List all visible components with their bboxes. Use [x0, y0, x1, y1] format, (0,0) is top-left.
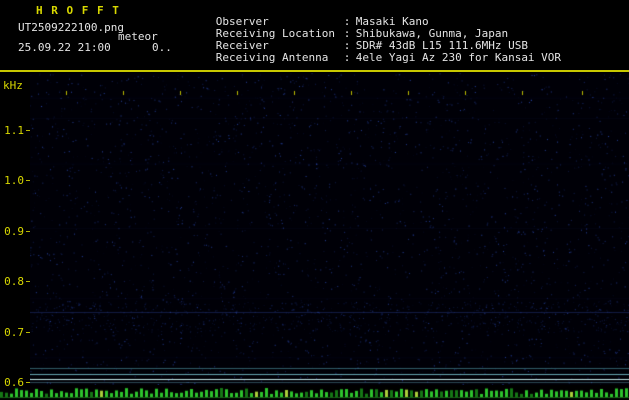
info-value: 4ele Yagi Az 230 for Kansai VOR [356, 51, 561, 64]
station-info: Observer: Masaki Kano Receiving Location:… [176, 4, 561, 52]
info-row-observer: Observer: Masaki Kano [176, 4, 561, 16]
info-label: Receiving Antenna [216, 52, 344, 64]
y-axis-tick-label: 1.1 [0, 124, 24, 137]
hrofft-output-image: H R O F F T UT2509222100.png meteor 25.0… [0, 0, 629, 400]
signal-level-strip [0, 386, 629, 400]
y-axis-unit-label: kHz [3, 79, 23, 92]
app-title: H R O F F T [36, 4, 120, 17]
info-colon: : [344, 52, 356, 64]
datetime-label: 25.09.22 21:00 [18, 41, 111, 54]
y-axis-tick-label: 0.8 [0, 275, 24, 288]
spectrogram-canvas [30, 73, 629, 385]
y-axis-tick-label: 0.7 [0, 326, 24, 339]
echo-counter: 0.. [152, 41, 172, 54]
header-separator-line [0, 70, 629, 72]
y-axis-tick-label: 0.9 [0, 225, 24, 238]
y-axis-tick-label: 1.0 [0, 174, 24, 187]
filename-label: UT2509222100.png [18, 21, 124, 34]
